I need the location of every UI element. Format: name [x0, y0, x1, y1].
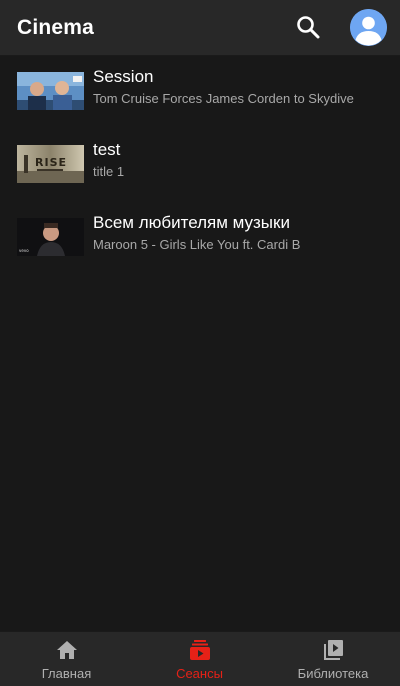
video-thumbnail	[17, 72, 84, 110]
session-list: Session Tom Cruise Forces James Corden t…	[0, 56, 400, 275]
search-icon	[297, 16, 320, 39]
skydive-thumbnail	[17, 72, 84, 110]
session-title: Всем любителям музыки	[93, 213, 290, 232]
video-thumbnail: vevo	[17, 218, 84, 256]
svg-text:RISE: RISE	[35, 156, 67, 169]
session-title: Session	[93, 67, 154, 86]
video-title: Maroon 5 - Girls Like You ft. Cardi B	[93, 237, 301, 252]
session-title: test	[93, 140, 121, 159]
rise-thumbnail: RISE	[17, 145, 84, 183]
list-item[interactable]: Session Tom Cruise Forces James Corden t…	[0, 56, 400, 129]
video-title: Tom Cruise Forces James Corden to Skydiv…	[93, 91, 354, 106]
video-title: title 1	[93, 164, 125, 179]
bottom-navigation: Главная Сеансы Библиотека	[0, 631, 400, 686]
library-icon	[324, 640, 343, 660]
video-thumbnail: RISE	[17, 145, 84, 183]
nav-label: Библиотека	[297, 666, 369, 681]
list-item[interactable]: vevo Всем любителям музыки Maroon 5 - Gi…	[0, 202, 400, 275]
sessions-icon	[189, 640, 210, 660]
nav-label: Сеансы	[176, 666, 223, 681]
nav-item-home[interactable]: Главная	[0, 632, 133, 686]
svg-text:vevo: vevo	[19, 248, 29, 253]
search-button[interactable]	[293, 12, 323, 42]
app-bar: Cinema	[0, 0, 400, 56]
music-video-thumbnail: vevo	[17, 218, 84, 256]
app-title: Cinema	[17, 16, 95, 39]
home-icon	[56, 641, 77, 659]
nav-label: Главная	[41, 666, 92, 681]
nav-item-library[interactable]: Библиотека	[266, 632, 400, 686]
nav-item-sessions[interactable]: Сеансы	[133, 632, 266, 686]
list-item[interactable]: RISE test title 1	[0, 129, 400, 202]
avatar[interactable]	[350, 9, 387, 46]
account-icon	[350, 9, 387, 46]
